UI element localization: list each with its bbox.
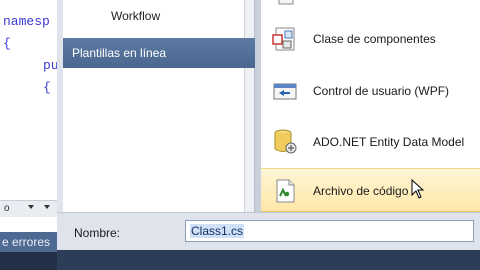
name-input[interactable]: Class1.cs <box>185 220 474 242</box>
status-strip <box>0 252 57 270</box>
scroll-value: o <box>4 203 10 214</box>
component-class-icon <box>272 27 295 51</box>
tree-item-workflow[interactable]: Workflow <box>111 9 160 23</box>
editor-horizontal-scrollbar[interactable]: o <box>0 200 57 217</box>
template-icon <box>278 0 294 5</box>
template-category-tree[interactable]: Workflow <box>63 0 255 212</box>
errors-tab-label: e errores <box>2 235 51 249</box>
name-row: Nombre: Class1.cs <box>57 212 480 250</box>
dropdown-arrow-icon[interactable] <box>44 205 50 209</box>
dialog-footer <box>57 250 480 270</box>
mouse-pointer-icon <box>411 179 425 199</box>
dropdown-arrow-icon[interactable] <box>28 205 34 209</box>
template-item-component-class[interactable]: Clase de componentes <box>261 17 480 61</box>
template-label: ADO.NET Entity Data Model <box>313 135 465 149</box>
template-item-wpf-user-control[interactable]: Control de usuario (WPF) <box>261 69 480 113</box>
entity-data-model-icon <box>274 129 297 154</box>
name-input-value: Class1.cs <box>190 224 245 238</box>
name-label: Nombre: <box>74 226 121 240</box>
online-templates-node[interactable]: Plantillas en línea <box>63 38 255 68</box>
code-line: { <box>43 80 51 95</box>
code-editor[interactable]: namesp { pu { o <box>0 0 57 270</box>
errors-tab[interactable]: e errores <box>0 232 57 252</box>
code-line: { <box>3 36 11 51</box>
template-label: Control de usuario (WPF) <box>313 84 450 98</box>
add-new-item-dialog: Workflow Plantillas en línea Clase de co… <box>57 0 480 270</box>
online-templates-label: Plantillas en línea <box>72 46 167 60</box>
template-list[interactable]: Clase de componentes Control de usuario … <box>261 0 480 212</box>
code-line: namesp <box>3 14 50 29</box>
template-label: Clase de componentes <box>313 32 436 46</box>
code-file-icon <box>276 179 295 203</box>
template-item-code-file[interactable]: Archivo de código <box>261 168 480 212</box>
template-item-entity-data-model[interactable]: ADO.NET Entity Data Model <box>261 120 480 164</box>
code-line: pu <box>43 58 57 73</box>
tree-scrollbar[interactable] <box>244 0 254 212</box>
wpf-user-control-icon <box>273 83 297 100</box>
template-label: Archivo de código <box>313 184 409 198</box>
